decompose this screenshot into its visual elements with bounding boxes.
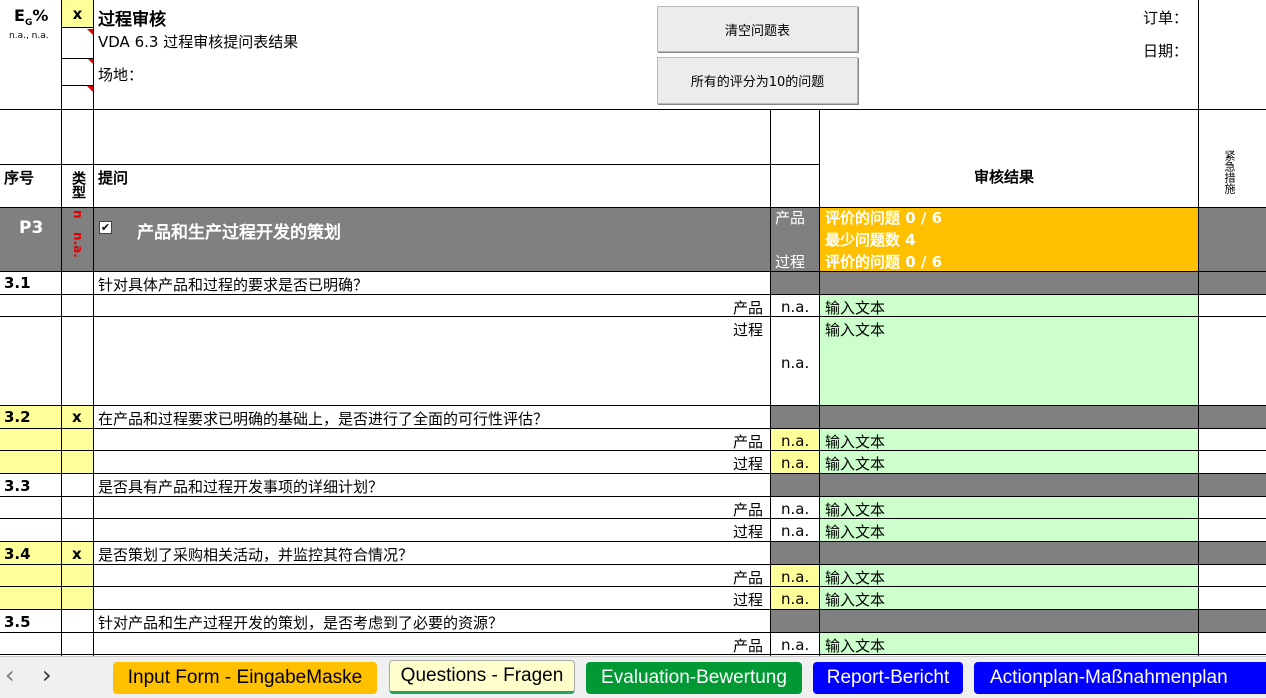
process-row-fill [0, 451, 93, 474]
section-title: 产品和生产过程开发的策划 [137, 223, 341, 243]
product-row-fill [0, 429, 93, 451]
process-label: 过程 [733, 455, 764, 473]
process-label: 过程 [733, 523, 764, 541]
tab-evaluation[interactable]: Evaluation-Bewertung [586, 662, 802, 694]
page-subtitle: VDA 6.3 过程审核提问表结果 [98, 33, 299, 51]
section-flag-na: n.a. [71, 232, 85, 258]
question-number: 3.4 [4, 545, 31, 563]
product-na[interactable]: n.a. [781, 636, 809, 654]
question-result-header [770, 474, 1266, 497]
product-input-text: 输入文本 [825, 569, 886, 587]
question-text: 是否策划了采购相关活动，并监控其符合情况？ [98, 546, 414, 564]
process-na[interactable]: n.a. [781, 354, 809, 372]
col-header-urgent: 紧急措施 [1199, 110, 1266, 208]
x-mark: x [72, 4, 83, 23]
product-na[interactable]: n.a. [781, 298, 809, 316]
col-header-type: 类型 [62, 165, 93, 208]
question-number: 3.3 [4, 477, 31, 495]
product-na: n.a. [781, 568, 810, 586]
x-mark-cell[interactable]: x [62, 0, 93, 27]
question-result-header [770, 610, 1266, 633]
process-input-text: 输入文本 [825, 455, 886, 473]
eg-symbol: E [14, 6, 25, 25]
question-type: x [72, 408, 82, 426]
product-na: n.a. [781, 432, 810, 450]
col-header-no: 序号 [4, 169, 35, 187]
tab-questions[interactable]: Questions - Fragen [389, 660, 575, 694]
section-id: P3 [19, 218, 44, 238]
process-input-text: 输入文本 [825, 321, 886, 339]
section-product-label: 产品 [775, 209, 806, 227]
product-label: 产品 [733, 637, 764, 655]
section-process-label: 过程 [775, 253, 806, 271]
product-label: 产品 [733, 569, 764, 587]
question-number: 3.1 [4, 274, 31, 292]
section-urgent-cell [1199, 208, 1266, 228]
product-input-text: 输入文本 [825, 637, 886, 655]
process-na: n.a. [781, 454, 810, 472]
product-label: 产品 [733, 501, 764, 519]
section-checkbox[interactable]: ✔ [99, 221, 112, 234]
section-urgent-cell [1199, 228, 1266, 272]
process-input-text: 输入文本 [825, 523, 886, 541]
product-label: 产品 [733, 299, 764, 317]
product-label: 产品 [733, 433, 764, 451]
col-header-type-label: 类型 [70, 171, 86, 199]
tab-report[interactable]: Report-Bericht [813, 662, 963, 694]
question-result-header [770, 542, 1266, 565]
product-input-text: 输入文本 [825, 501, 886, 519]
col-header-question: 提问 [98, 169, 129, 187]
all-score-10-button[interactable]: 所有的评分为10的问题 [657, 57, 858, 104]
checkmark-icon: ✔ [100, 221, 111, 234]
eval-process-count: 评价的问题 0 / 6 [825, 253, 943, 271]
site-label: 场地： [98, 66, 144, 84]
process-na: n.a. [781, 590, 810, 608]
tab-evaluation-label: Evaluation-Bewertung [601, 667, 787, 688]
tab-questions-label: Questions - Fragen [400, 665, 564, 686]
col-header-urgent-label: 紧急措施 [1223, 150, 1236, 194]
question-number: 3.5 [4, 613, 31, 631]
question-result-header [770, 406, 1266, 429]
tab-actionplan[interactable]: Actionplan-Maßnahmenplan [974, 662, 1266, 694]
na-label: n.a., n.a. [9, 31, 49, 41]
process-row-fill [0, 587, 93, 610]
process-label: 过程 [733, 591, 764, 609]
tab-input-form[interactable]: Input Form - EingabeMaske [113, 662, 377, 694]
question-result-header [770, 272, 1266, 295]
product-input-text: 输入文本 [825, 433, 886, 451]
product-input-text: 输入文本 [825, 299, 886, 317]
col-header-result: 审核结果 [974, 168, 1035, 186]
question-text: 针对产品和生产过程开发的策划，是否考虑到了必要的资源？ [98, 614, 504, 632]
eval-product-count: 评价的问题 0 / 6 [825, 209, 943, 227]
question-type: x [72, 545, 82, 563]
tab-report-label: Report-Bericht [826, 667, 950, 688]
date-label: 日期： [1143, 42, 1189, 60]
question-number: 3.2 [4, 408, 31, 426]
page-title: 过程审核 [98, 10, 166, 30]
process-input-text: 输入文本 [825, 591, 886, 609]
process-na[interactable]: n.a. [781, 522, 809, 540]
min-questions-count: 最少问题数 4 [825, 231, 916, 249]
product-na[interactable]: n.a. [781, 500, 809, 518]
eg-percent-cell: EG% n.a., n.a. [0, 0, 62, 110]
question-text: 是否具有产品和过程开发事项的详细计划？ [98, 478, 384, 496]
product-row-fill [0, 565, 93, 587]
tab-scroll-prev-icon[interactable]: ‹ [5, 661, 15, 689]
order-label: 订单： [1143, 9, 1189, 27]
tab-input-form-label: Input Form - EingabeMaske [127, 667, 363, 688]
section-flag-cell: n n.a. [62, 208, 93, 272]
section-flag-n: n [71, 210, 85, 219]
clear-questions-button[interactable]: 清空问题表 [657, 6, 858, 52]
eg-suffix: % [32, 6, 49, 25]
tab-scroll-next-icon[interactable]: › [42, 661, 52, 689]
question-text: 在产品和过程要求已明确的基础上，是否进行了全面的可行性评估？ [98, 410, 549, 428]
tab-actionplan-label: Actionplan-Maßnahmenplan [990, 667, 1228, 688]
process-label: 过程 [733, 321, 764, 339]
question-text: 针对具体产品和过程的要求是否已明确？ [98, 276, 369, 294]
